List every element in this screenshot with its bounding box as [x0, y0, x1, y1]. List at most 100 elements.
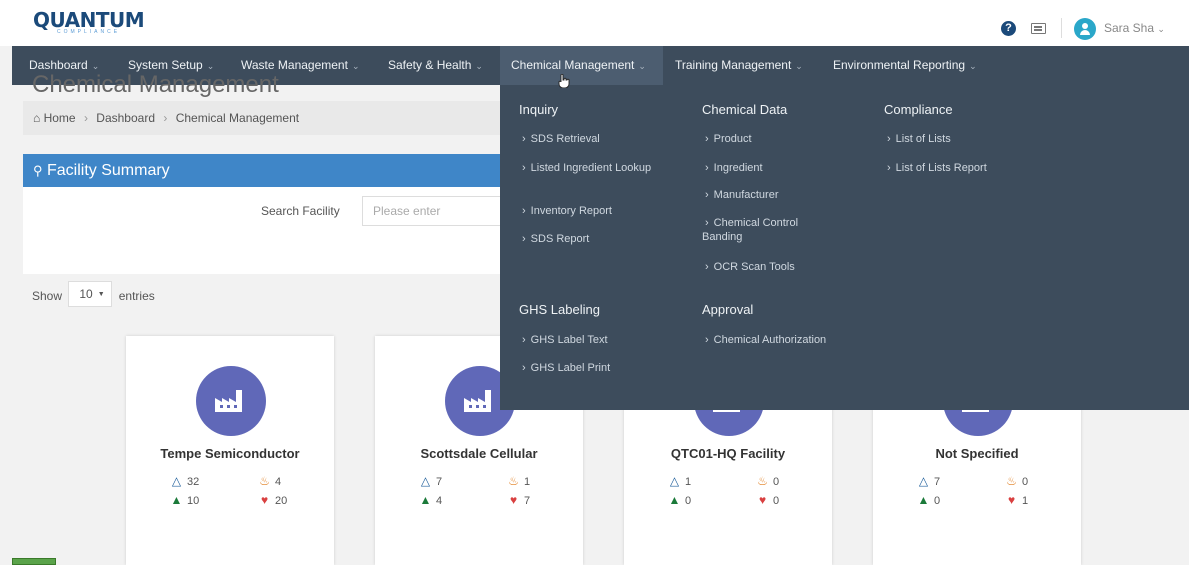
breadcrumb-dashboard[interactable]: Dashboard	[96, 111, 155, 125]
chevron-right-icon: ›	[522, 334, 526, 346]
environmental-count: ▲ 10	[170, 493, 200, 507]
chevron-down-icon: ⌄	[1157, 24, 1165, 34]
chevron-right-icon: ›	[522, 205, 526, 217]
chevron-right-icon: ›	[705, 261, 709, 273]
menu-link-list-of-lists[interactable]: › List of Lists	[887, 132, 951, 146]
nav-training-management[interactable]: Training Management ⌄	[675, 46, 803, 85]
menu-link-chemical-control-banding[interactable]: › Chemical Control Banding	[702, 216, 832, 244]
caret-down-icon: ▼	[97, 290, 105, 298]
flask-icon: △	[171, 474, 182, 488]
chevron-down-icon: ⌄	[206, 61, 215, 71]
heart-icon: ♥	[1007, 493, 1016, 507]
menu-link-ocr-scan-tools[interactable]: › OCR Scan Tools	[705, 260, 795, 274]
chevron-right-icon: ›	[522, 233, 526, 245]
menu-link-inventory-report[interactable]: › Inventory Report	[522, 204, 612, 218]
menu-heading-approval: Approval	[702, 302, 754, 317]
nav-environmental-reporting[interactable]: Environmental Reporting ⌄	[833, 46, 977, 85]
help-icon[interactable]: ?	[1001, 21, 1016, 36]
tree-icon: ▲	[668, 493, 681, 507]
facility-name: Not Specified	[935, 446, 1019, 461]
factory-icon	[196, 366, 266, 436]
chevron-down-icon: ⌄	[91, 61, 100, 71]
top-header: QUANTUM COMPLIANCE ? Sara Sha ⌄	[0, 0, 1189, 46]
chevron-right-icon: ›	[705, 189, 709, 201]
hand-cursor-icon	[558, 74, 570, 88]
user-name: Sara Sha	[1104, 21, 1155, 35]
flask-icon: △	[918, 474, 929, 488]
flammable-count: ♨ 1	[508, 474, 531, 488]
health-count: ♥ 7	[507, 493, 530, 507]
quantum-logo[interactable]: QUANTUM COMPLIANCE	[33, 8, 145, 35]
menu-heading-chemical-data: Chemical Data	[702, 102, 788, 117]
status-indicator	[12, 558, 56, 565]
facility-name: Scottsdale Cellular	[420, 446, 538, 461]
chevron-right-icon: ›	[522, 362, 526, 374]
menu-link-ghs-label-print[interactable]: › GHS Label Print	[522, 361, 610, 375]
nav-chemical-management[interactable]: Chemical Management ⌄	[500, 46, 663, 85]
chevron-right-icon: ›	[705, 133, 709, 145]
breadcrumb-separator: ›	[83, 111, 88, 125]
header-divider	[1061, 18, 1062, 38]
flask-icon: △	[420, 474, 431, 488]
chevron-right-icon: ›	[887, 133, 891, 145]
search-facility-label: Search Facility	[261, 204, 340, 218]
heart-icon: ♥	[260, 493, 269, 507]
entries-select[interactable]: 10 ▼	[68, 281, 113, 307]
health-count: ♥ 20	[258, 493, 287, 507]
health-count: ♥ 0	[756, 493, 779, 507]
chevron-right-icon: ›	[522, 133, 526, 145]
menu-link-listed-ingredient-lookup[interactable]: › Listed Ingredient Lookup	[519, 161, 659, 175]
chevron-right-icon: ›	[705, 334, 709, 346]
flask-icon: △	[669, 474, 680, 488]
environmental-count: ▲ 0	[917, 493, 941, 507]
chemical-management-dropdown: Inquiry › SDS Retrieval › Listed Ingredien…	[500, 85, 1189, 410]
menu-heading-inquiry: Inquiry	[519, 102, 559, 117]
fire-icon: ♨	[757, 474, 768, 488]
flammable-count: ♨ 0	[1006, 474, 1029, 488]
chemical-count: △ 1	[669, 474, 692, 488]
chevron-right-icon: ›	[705, 162, 709, 174]
menu-link-ingredient[interactable]: › Ingredient	[705, 161, 763, 175]
breadcrumb-home[interactable]: Home	[44, 111, 76, 125]
nav-safety-health[interactable]: Safety & Health ⌄	[388, 46, 483, 85]
menu-link-sds-report[interactable]: › SDS Report	[522, 232, 589, 246]
chevron-down-icon: ⌄	[795, 61, 803, 71]
tree-icon: ▲	[917, 493, 930, 507]
menu-link-chemical-authorization[interactable]: › Chemical Authorization	[705, 333, 826, 347]
chevron-right-icon: ›	[522, 162, 526, 174]
tree-icon: ▲	[170, 493, 183, 507]
chemical-count: △ 7	[918, 474, 941, 488]
menu-link-sds-retrieval[interactable]: › SDS Retrieval	[522, 132, 600, 146]
chevron-down-icon: ⌄	[638, 61, 646, 71]
menu-heading-ghs-labeling: GHS Labeling	[519, 302, 600, 317]
fire-icon: ♨	[1006, 474, 1017, 488]
chevron-down-icon: ⌄	[351, 61, 360, 71]
chemical-count: △ 7	[420, 474, 443, 488]
facility-card[interactable]: Tempe Semiconductor △ 32 ♨ 4 ▲ 10 ♥ 20	[126, 336, 334, 565]
messages-icon[interactable]	[1031, 23, 1046, 34]
chevron-down-icon: ⌄	[969, 61, 977, 71]
facility-name: QTC01-HQ Facility	[670, 446, 786, 461]
chevron-right-icon: ›	[705, 217, 709, 229]
menu-link-list-of-lists-report[interactable]: › List of Lists Report	[887, 161, 987, 175]
user-avatar[interactable]	[1074, 18, 1096, 40]
tree-icon: ▲	[419, 493, 432, 507]
breadcrumb-separator: ›	[163, 111, 168, 125]
entries-label: entries	[118, 289, 155, 303]
user-menu[interactable]: Sara Sha ⌄	[1104, 21, 1165, 35]
menu-link-ghs-label-text[interactable]: › GHS Label Text	[522, 333, 608, 347]
flammable-count: ♨ 0	[757, 474, 780, 488]
fire-icon: ♨	[508, 474, 519, 488]
breadcrumb-current: Chemical Management	[175, 111, 300, 125]
heart-icon: ♥	[758, 493, 767, 507]
heart-icon: ♥	[509, 493, 518, 507]
menu-link-product[interactable]: › Product	[705, 132, 752, 146]
breadcrumb: ⌂ Home › Dashboard › Chemical Management	[23, 101, 543, 135]
chevron-right-icon: ›	[887, 162, 891, 174]
search-icon: ⚲	[33, 163, 43, 178]
menu-link-manufacturer[interactable]: › Manufacturer	[705, 188, 778, 202]
home-icon: ⌂	[33, 111, 41, 125]
environmental-count: ▲ 0	[668, 493, 692, 507]
entries-control: Show 10 ▼ entries	[32, 281, 155, 309]
environmental-count: ▲ 4	[419, 493, 443, 507]
